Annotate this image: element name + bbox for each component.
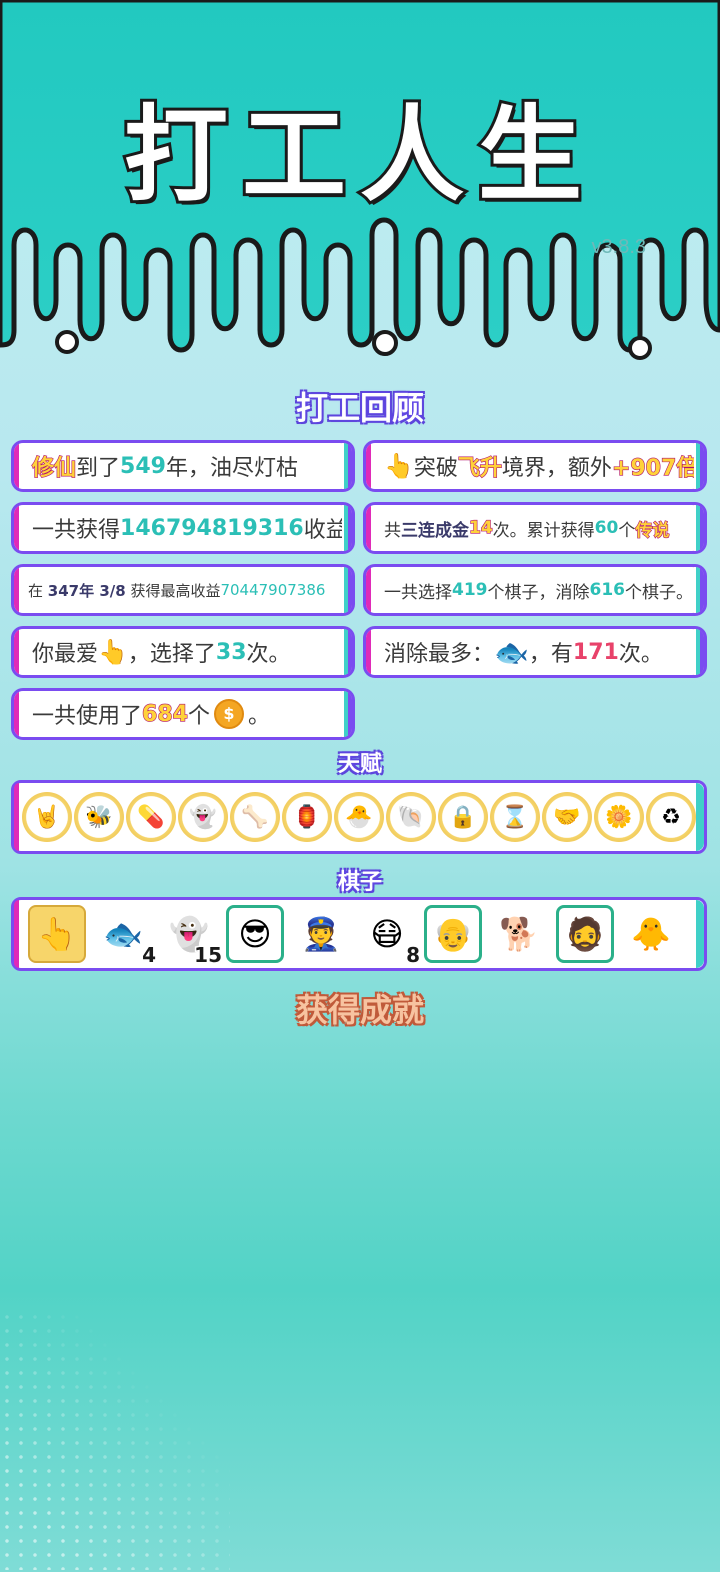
sunglasses-boss-piece[interactable]: 😎 — [226, 905, 284, 963]
stat-text: 在 — [28, 581, 48, 600]
stat-highlight: 修仙 — [31, 455, 77, 481]
stat-highlight: +907倍 — [611, 455, 699, 481]
talents-section-title: 天赋 — [337, 752, 382, 777]
stat-value: 616 — [589, 580, 626, 600]
pieces-strip: 👆 🐟 4 👻 15 😎 👮 😷 8 👴 🐕 🧔 🐥 — [11, 897, 707, 971]
sunglasses-boss-icon: 😎 — [238, 915, 272, 953]
police-icon: 👮 — [301, 915, 341, 953]
fish-piece[interactable]: 🐟 4 — [94, 905, 157, 969]
talents-strip: 🤘 🐝 💊 👻 🦴 🏮 🐣 🐚 🔒 ⌛ 🤝 🌼 ♻ — [11, 780, 707, 854]
safe-icon[interactable]: 🔒 — [438, 792, 488, 842]
ghost-lantern-icon[interactable]: 🏮 — [282, 792, 332, 842]
stat-highlight: 传说 — [635, 520, 670, 541]
chick-icon: 🐥 — [631, 915, 671, 953]
stat-text: 突破 — [413, 456, 458, 481]
stat-text: 消除最多： — [384, 642, 495, 667]
stat-text: 境界，额外 — [501, 456, 612, 481]
stat-text: 你最爱 — [32, 642, 99, 667]
masked-worker-piece[interactable]: 😷 8 — [358, 905, 421, 969]
pointer-hand-icon: 👆 — [37, 915, 77, 953]
stat-text: 一共获得 — [32, 518, 121, 543]
stat-date: 347年 3/8 — [47, 581, 126, 600]
stat-highlight: 三连成金 — [401, 520, 469, 541]
fish-icon: 🐟 — [494, 635, 529, 669]
piece-count: 8 — [405, 942, 422, 969]
pill-pack-icon[interactable]: 💊 — [126, 792, 176, 842]
chick-egg-icon[interactable]: 🐣 — [334, 792, 384, 842]
stat-card-favorite: 你最爱 👆 ，选择了 33 次。 — [11, 626, 355, 678]
stat-card-cultivation: 修仙 到了 549 年，油尽灯枯 — [11, 440, 355, 492]
stat-card-total-income: 一共获得 146794819316 收益 — [11, 502, 355, 554]
pointer-hand-piece[interactable]: 👆 — [28, 905, 86, 963]
old-man-icon: 👴 — [433, 915, 473, 953]
review-section-title: 打工回顾 — [295, 389, 424, 427]
stat-text: 一共选择 — [384, 582, 452, 603]
fish-icon: 🐟 — [103, 915, 143, 953]
stat-text: 个 — [618, 520, 636, 541]
pet-bowl-icon[interactable]: 🦴 — [230, 792, 280, 842]
stat-value: 33 — [215, 639, 247, 665]
husky-dog-icon: 🐕 — [499, 915, 539, 953]
stat-card-ascension: 👆 突破 飞升 境界，额外 +907倍 — [363, 440, 707, 492]
stat-text: 个棋子，消除 — [487, 582, 590, 603]
hat-man-icon: 🧔 — [565, 915, 605, 953]
hat-man-piece[interactable]: 🧔 — [556, 905, 614, 963]
stat-text: 个棋子。 — [625, 582, 693, 603]
police-piece[interactable]: 👮 — [292, 905, 350, 963]
stat-text: 收益 — [303, 518, 348, 543]
stat-value: 549 — [120, 453, 166, 479]
stat-highlight: 飞升 — [457, 455, 502, 481]
husky-dog-piece[interactable]: 🐕 — [490, 905, 548, 963]
pieces-section-title: 棋子 — [337, 870, 382, 895]
stat-text: 个 — [187, 704, 210, 729]
stat-value: 14 — [468, 517, 493, 538]
stat-text: 次。 — [246, 642, 291, 667]
rock-hand-icon[interactable]: 🤘 — [22, 792, 72, 842]
flower-pot-icon[interactable]: 🌼 — [594, 792, 644, 842]
ghost-piece[interactable]: 👻 15 — [160, 905, 223, 969]
version-label: v3.8.3 — [591, 236, 646, 258]
stat-text: ，有 — [528, 642, 573, 667]
stat-text: 一共使用了 — [32, 704, 143, 729]
piece-count: 4 — [141, 942, 158, 969]
stat-value: 171 — [572, 639, 619, 665]
recycle-icon[interactable]: ♻ — [646, 792, 696, 842]
chick-piece[interactable]: 🐥 — [622, 905, 680, 963]
shell-icon[interactable]: 🐚 — [386, 792, 436, 842]
time-card-icon[interactable]: ⌛ — [490, 792, 540, 842]
stat-value: 419 — [452, 580, 488, 600]
stat-card-most-cleared: 消除最多： 🐟 ，有 171 次。 — [363, 626, 707, 678]
stat-card-triple-merge: 共 三连成金 14 次。累计获得 60 个 传说 — [363, 502, 707, 554]
stat-text: 年，油尽灯枯 — [165, 456, 298, 481]
game-title: 打工人生 — [121, 91, 596, 219]
ghost-icon[interactable]: 👻 — [178, 792, 228, 842]
stat-card-coins-used: 一共使用了 684 个 $ 。 — [11, 688, 355, 740]
stat-text: 获得最高收益 — [125, 581, 221, 600]
stat-text: 。 — [247, 704, 270, 729]
stat-card-pieces: 一共选择 419 个棋子，消除 616 个棋子。 — [363, 564, 707, 616]
stat-value: 60 — [594, 518, 619, 538]
stat-value: 684 — [141, 701, 188, 727]
stat-text: 次。累计获得 — [492, 520, 595, 541]
stat-card-best-income: 在 347年 3/8 获得最高收益 70447907386 — [11, 564, 355, 616]
stat-text: 次。 — [618, 642, 663, 667]
stat-value: 70447907386 — [220, 581, 326, 599]
old-man-piece[interactable]: 👴 — [424, 905, 482, 963]
stat-text: 共 — [384, 520, 401, 541]
worker-bees-icon[interactable]: 🐝 — [74, 792, 124, 842]
pointer-hand-icon: 👆 — [98, 638, 128, 666]
coin-icon: $ — [213, 699, 244, 729]
stat-text: ，选择了 — [127, 642, 216, 667]
pointer-hand-icon: 👆 — [384, 452, 414, 480]
stat-value: 146794819316 — [120, 515, 304, 541]
piece-count: 15 — [193, 942, 224, 969]
handshake-icon[interactable]: 🤝 — [542, 792, 592, 842]
masked-worker-icon: 😷 — [370, 915, 404, 953]
background-dots — [0, 1310, 230, 1570]
stat-text: 到了 — [76, 456, 121, 481]
achievements-section-title: 获得成就 — [295, 991, 424, 1029]
